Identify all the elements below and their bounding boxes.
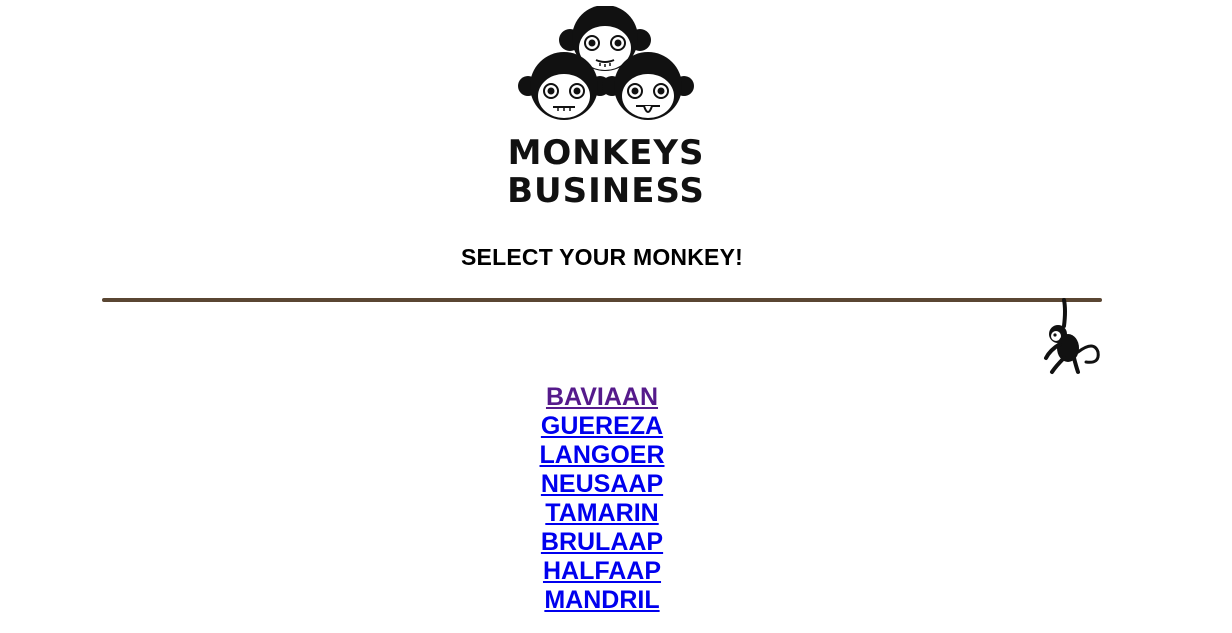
vine-divider (102, 298, 1102, 302)
monkey-link-langoer[interactable]: LANGOER (540, 441, 665, 470)
logo-line2: BUSINESS (508, 171, 704, 208)
monkey-list: BAVIAAN GUEREZA LANGOER NEUSAAP TAMARIN … (0, 383, 1204, 615)
logo-line1: MONKEYS (508, 133, 704, 173)
three-monkeys-logo-icon: MONKEYS BUSINESS (508, 6, 704, 208)
page: MONKEYS BUSINESS SELECT YOUR MONKEY! BAV… (0, 0, 1232, 633)
monkey-link-mandril[interactable]: MANDRIL (544, 586, 659, 615)
page-heading: SELECT YOUR MONKEY! (461, 244, 743, 270)
monkey-link-neusaap[interactable]: NEUSAAP (541, 470, 663, 499)
monkey-link-halfaap[interactable]: HALFAAP (543, 557, 661, 586)
monkey-link-tamarin[interactable]: TAMARIN (545, 499, 658, 528)
hanging-monkey-icon (1034, 296, 1104, 376)
monkey-link-baviaan[interactable]: BAVIAAN (546, 383, 658, 412)
monkey-link-brulaap[interactable]: BRULAAP (541, 528, 663, 557)
monkeys-business-logo[interactable]: MONKEYS BUSINESS (508, 6, 704, 208)
monkey-link-guereza[interactable]: GUEREZA (541, 412, 663, 441)
